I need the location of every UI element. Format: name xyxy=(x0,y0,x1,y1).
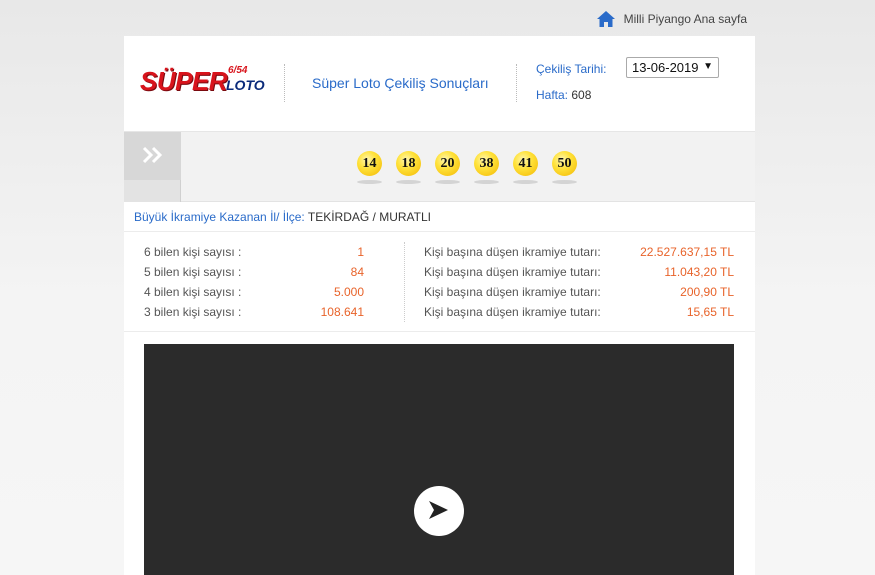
prize-row: Kişi başına düşen ikramiye tutarı: 11.04… xyxy=(424,262,734,282)
winning-numbers: 14 18 20 38 41 50 xyxy=(357,151,577,184)
super-loto-logo: SÜPER 6/54 LOTO xyxy=(140,62,265,102)
prize-value: 15,65 TL xyxy=(686,305,734,319)
prize-amounts: Kişi başına düşen ikramiye tutarı: 22.52… xyxy=(424,242,734,322)
home-link-label: Milli Piyango Ana sayfa xyxy=(623,12,747,26)
count-value: 1 xyxy=(357,245,364,259)
prize-value: 22.527.637,15 TL xyxy=(640,245,734,259)
winning-numbers-row: 14 18 20 38 41 50 xyxy=(124,132,755,202)
prize-label: Kişi başına düşen ikramiye tutarı: xyxy=(424,265,601,279)
header-divider xyxy=(516,64,517,102)
prize-value: 11.043,20 TL xyxy=(664,265,734,279)
count-label: 5 bilen kişi sayısı : xyxy=(144,265,242,279)
double-chevron-right-icon xyxy=(142,146,164,167)
week-info: Hafta: 608 xyxy=(536,88,591,102)
play-icon xyxy=(426,499,452,524)
header-divider xyxy=(284,64,285,102)
prize-stats: 6 bilen kişi sayısı : 1 5 bilen kişi say… xyxy=(124,232,755,332)
prize-row: Kişi başına düşen ikramiye tutarı: 15,65… xyxy=(424,302,734,322)
number-ball: 14 xyxy=(357,151,382,184)
draw-date-select[interactable]: 13-06-2019 ▼ xyxy=(626,57,719,78)
count-label: 3 bilen kişi sayısı : xyxy=(144,305,242,319)
logo-loto-text: LOTO xyxy=(226,77,265,93)
count-value: 5.000 xyxy=(333,285,364,299)
week-label: Hafta: xyxy=(536,88,569,102)
jackpot-location: Büyük İkramiye Kazanan İl/ İlçe: TEKİRDA… xyxy=(124,202,755,232)
stats-divider xyxy=(404,242,405,322)
home-icon xyxy=(596,10,616,28)
logo-number-text: 6/54 xyxy=(228,65,248,76)
count-label: 6 bilen kişi sayısı : xyxy=(144,245,242,259)
home-link[interactable]: Milli Piyango Ana sayfa xyxy=(596,10,747,28)
number-ball: 41 xyxy=(513,151,538,184)
number-ball: 38 xyxy=(474,151,499,184)
logo-super-text: SÜPER xyxy=(140,66,228,96)
count-row: 6 bilen kişi sayısı : 1 xyxy=(144,242,364,262)
jackpot-location-value: TEKİRDAĞ / MURATLI xyxy=(307,210,431,224)
count-value: 84 xyxy=(350,265,364,279)
prize-row: Kişi başına düşen ikramiye tutarı: 200,9… xyxy=(424,282,734,302)
number-ball: 50 xyxy=(552,151,577,184)
results-card: SÜPER 6/54 LOTO Süper Loto Çekiliş Sonuç… xyxy=(124,36,755,575)
video-player[interactable] xyxy=(144,344,734,575)
dropdown-arrow-icon: ▼ xyxy=(703,61,713,72)
prize-label: Kişi başına düşen ikramiye tutarı: xyxy=(424,285,601,299)
count-label: 4 bilen kişi sayısı : xyxy=(144,285,242,299)
count-row: 5 bilen kişi sayısı : 84 xyxy=(144,262,364,282)
count-row: 4 bilen kişi sayısı : 5.000 xyxy=(144,282,364,302)
prize-row: Kişi başına düşen ikramiye tutarı: 22.52… xyxy=(424,242,734,262)
draw-date-value: 13-06-2019 xyxy=(632,60,699,75)
expand-button[interactable] xyxy=(124,132,181,202)
page-title: Süper Loto Çekiliş Sonuçları xyxy=(312,75,489,91)
count-value: 108.641 xyxy=(320,305,364,319)
draw-date-label: Çekiliş Tarihi: xyxy=(536,62,607,76)
prize-label: Kişi başına düşen ikramiye tutarı: xyxy=(424,305,601,319)
play-button[interactable] xyxy=(414,486,464,536)
week-value: 608 xyxy=(571,88,592,102)
jackpot-location-label: Büyük İkramiye Kazanan İl/ İlçe: xyxy=(134,210,305,224)
prize-label: Kişi başına düşen ikramiye tutarı: xyxy=(424,245,601,259)
winner-counts: 6 bilen kişi sayısı : 1 5 bilen kişi say… xyxy=(144,242,364,322)
count-row: 3 bilen kişi sayısı : 108.641 xyxy=(144,302,364,322)
prize-value: 200,90 TL xyxy=(680,285,734,299)
results-header: SÜPER 6/54 LOTO Süper Loto Çekiliş Sonuç… xyxy=(124,36,755,132)
number-ball: 20 xyxy=(435,151,460,184)
number-ball: 18 xyxy=(396,151,421,184)
